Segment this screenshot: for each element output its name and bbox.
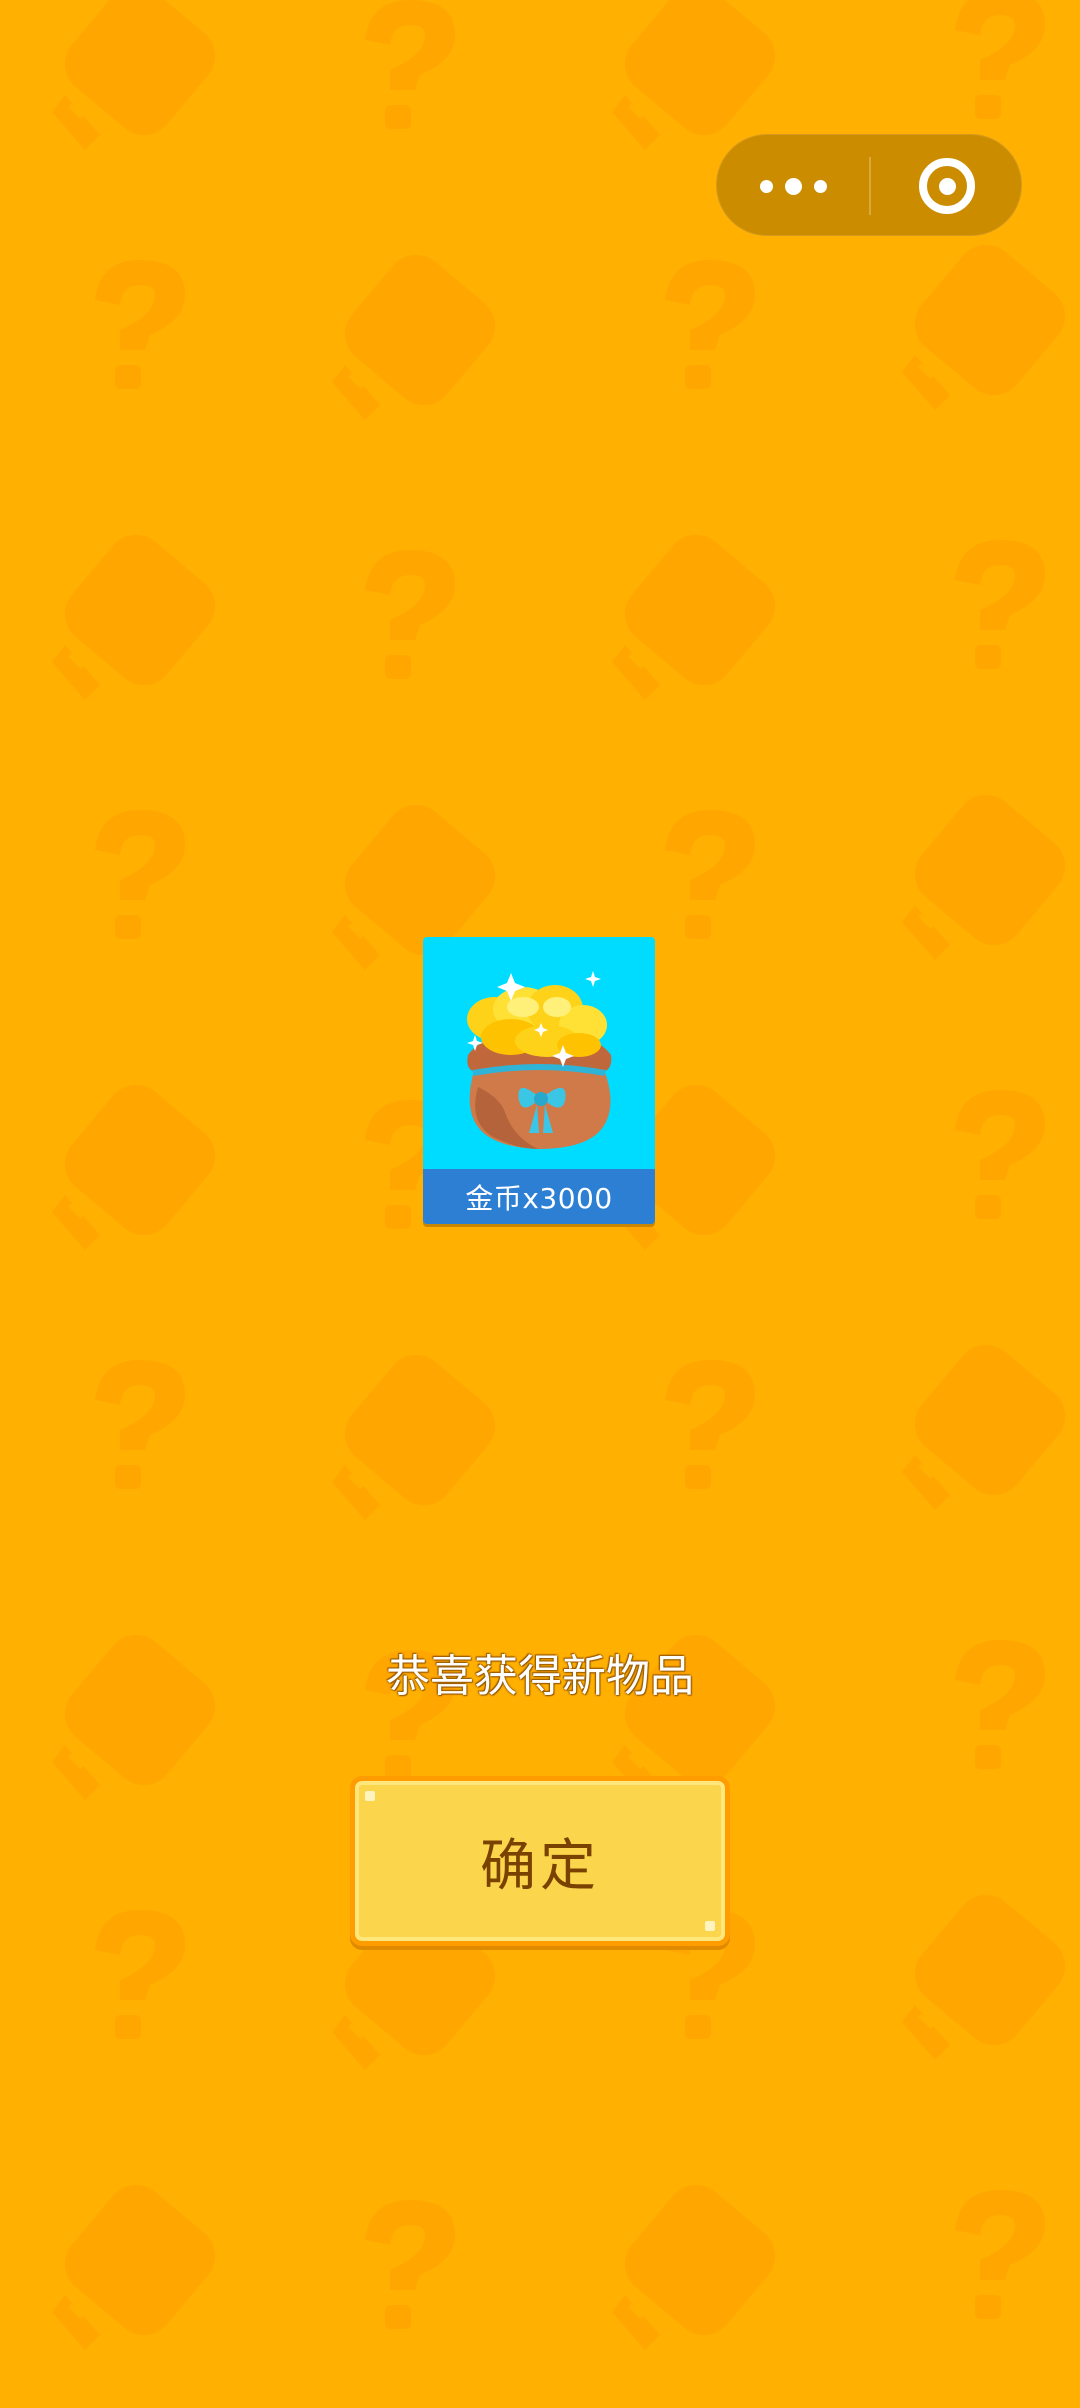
confirm-button-label: 确定 (480, 1833, 600, 1899)
reward-card: 金币x3000 (423, 937, 655, 1224)
coin-bag-icon (467, 971, 612, 1149)
confirm-button[interactable]: 确定 (350, 1776, 730, 1946)
target-circle-icon (919, 158, 975, 214)
mini-program-capsule (716, 134, 1022, 236)
congrats-message: 恭喜获得新物品 (386, 1651, 694, 1702)
more-menu-button[interactable] (717, 135, 869, 237)
more-dots-icon (754, 177, 833, 195)
close-mini-program-button[interactable] (871, 135, 1023, 237)
reward-label: 金币x3000 (423, 1169, 655, 1224)
